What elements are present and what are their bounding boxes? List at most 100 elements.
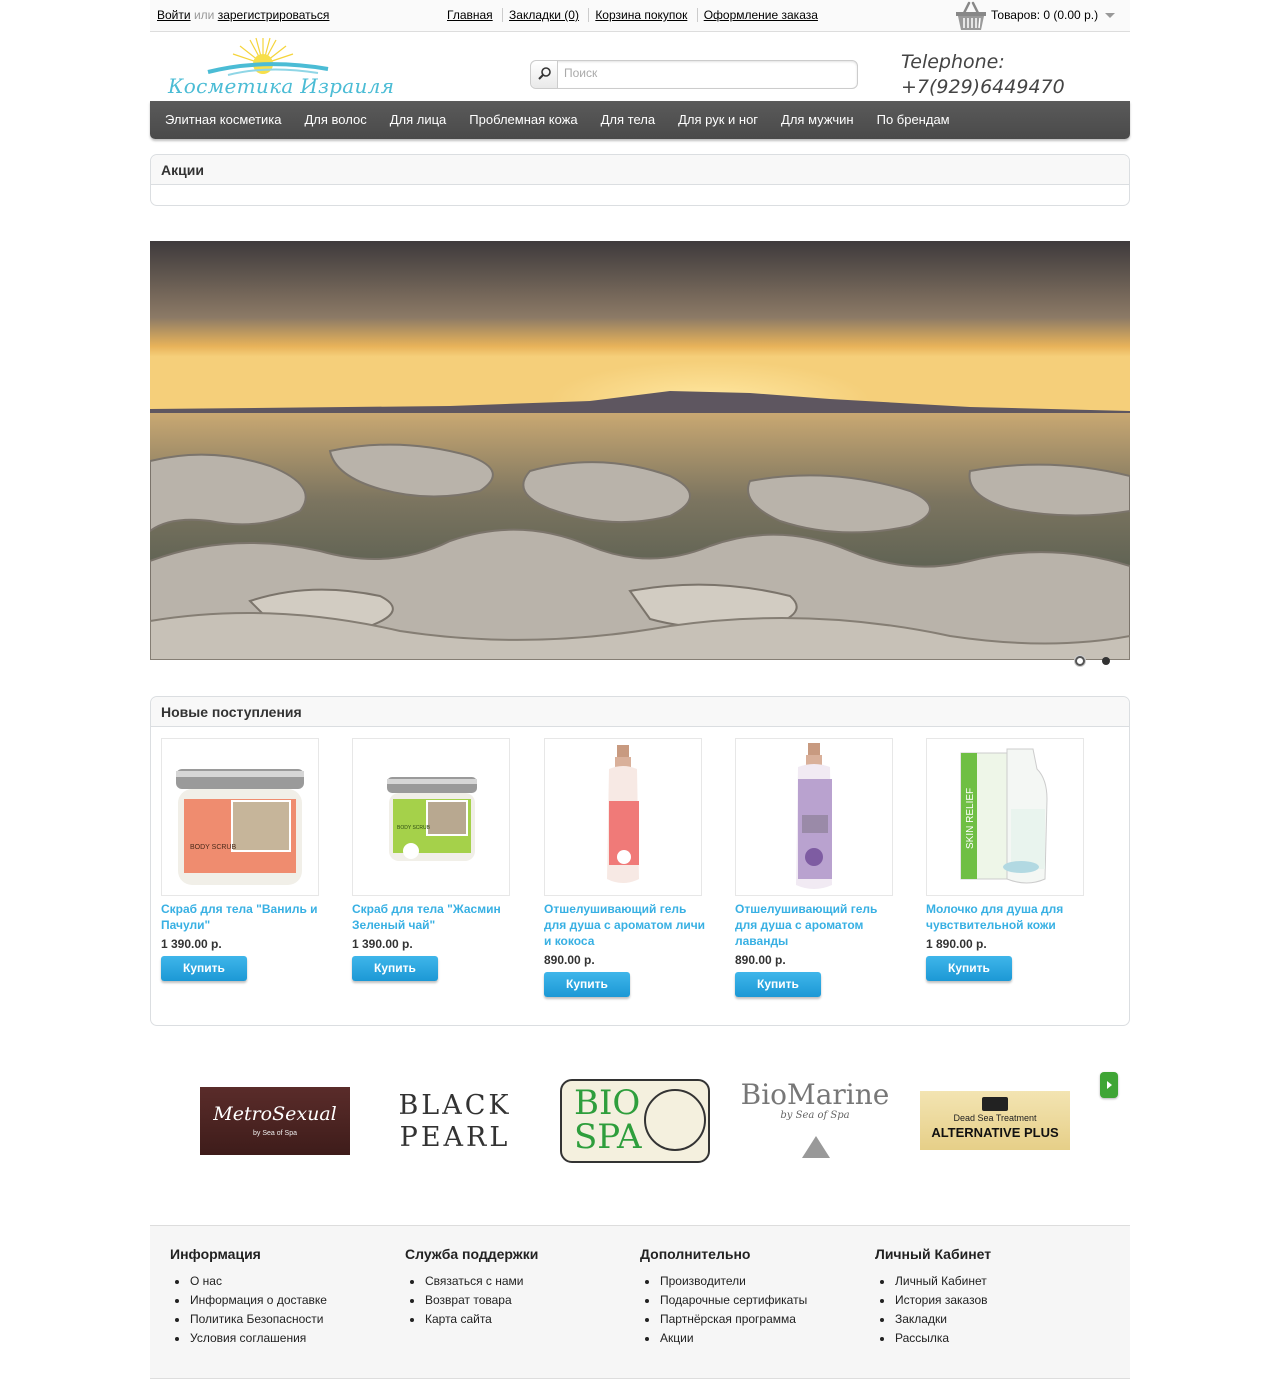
wishlist-link[interactable]: Закладки (0) (502, 8, 585, 22)
footer-column-account: Личный Кабинет Личный Кабинет История за… (875, 1246, 1095, 1348)
footer-link[interactable]: Акции (640, 1329, 860, 1348)
buy-button[interactable]: Купить (544, 972, 630, 997)
menu-item-face[interactable]: Для лица (379, 101, 459, 139)
footer-column-title: Информация (170, 1246, 261, 1262)
menu-item-elite[interactable]: Элитная косметика (154, 101, 294, 139)
product-name[interactable]: Отшелушивающий гель для душа с ароматом … (544, 901, 709, 949)
sea-spa-icon (982, 1097, 1008, 1111)
footer-column-info: Информация О нас Информация о доставке П… (170, 1246, 390, 1348)
product-card: BODY SCRUB Скраб для тела "Жасмин Зелены… (352, 738, 517, 981)
menu-item-brands[interactable]: По брендам (866, 101, 962, 139)
menu-item-problem-skin[interactable]: Проблемная кожа (458, 101, 589, 139)
home-link[interactable]: Главная (447, 8, 499, 22)
register-link[interactable]: зарегистрироваться (218, 8, 330, 22)
buy-button[interactable]: Купить (352, 956, 438, 981)
product-name[interactable]: Отшелушивающий гель для душа с ароматом … (735, 901, 900, 949)
product-image[interactable] (735, 738, 893, 896)
or-text: или (193, 8, 215, 22)
search-icon (538, 67, 551, 80)
main-menu: Элитная косметика Для волос Для лица Про… (150, 101, 1130, 139)
svg-text:BODY SCRUB: BODY SCRUB (397, 825, 431, 831)
footer-link[interactable]: Партнёрская программа (640, 1310, 860, 1329)
brand-line1: Dead Sea Treatment (953, 1113, 1037, 1123)
brand-line1: MetroSexual (213, 1103, 337, 1125)
logo-text: Косметика Израиля (168, 74, 395, 98)
footer-link[interactable]: Подарочные сертификаты (640, 1291, 860, 1310)
sun-logo-icon (207, 37, 329, 76)
brand-logo-biomarine[interactable]: BioMarine by Sea of Spa (740, 1078, 890, 1168)
brand-logo-bio-spa[interactable]: BIO SPA (560, 1079, 710, 1163)
product-image[interactable] (544, 738, 702, 896)
brand-line1: BIO (574, 1083, 641, 1123)
menu-item-label: Для тела (600, 112, 656, 127)
search-button[interactable] (531, 61, 558, 88)
menu-item-label: Для мужчин (781, 112, 854, 127)
slide-dot-1[interactable] (1075, 656, 1085, 666)
search-input[interactable] (564, 66, 844, 80)
footer-link[interactable]: Информация о доставке (170, 1291, 390, 1310)
brand-logo-black-pearl[interactable]: BLACK PEARL (380, 1070, 530, 1176)
brand-logo-metrosexual[interactable]: MetroSexual by Sea of Spa (200, 1087, 350, 1155)
cart-link[interactable]: Корзина покупок (588, 8, 694, 22)
brand-carousel: MetroSexual by Sea of Spa BLACK PEARL BI… (150, 1064, 1130, 1184)
product-name[interactable]: Скраб для тела "Ваниль и Пачули" (161, 901, 326, 933)
slideshow[interactable] (150, 241, 1130, 660)
product-price: 1 890.00 р. (926, 937, 987, 951)
svg-text:BODY SCRUB: BODY SCRUB (190, 844, 236, 851)
basket-icon (956, 1, 986, 30)
menu-item-label: Проблемная кожа (469, 112, 578, 127)
product-name[interactable]: Молочко для душа для чувствительной кожи (926, 901, 1091, 933)
product-name[interactable]: Скраб для тела "Жасмин Зеленый чай" (352, 901, 517, 933)
footer-column-extras: Дополнительно Производители Подарочные с… (640, 1246, 860, 1348)
product-price: 1 390.00 р. (161, 937, 222, 951)
product-image[interactable]: BODY SCRUB (352, 738, 510, 896)
brand-line2: by Sea of Spa (780, 1110, 850, 1121)
product-price: 890.00 р. (544, 953, 595, 967)
footer-link[interactable]: Закладки (875, 1310, 1095, 1329)
login-link[interactable]: Войти (157, 8, 191, 22)
phone-number: +7(929)6449470 (901, 76, 1065, 98)
brand-line2: SPA (574, 1117, 642, 1157)
account-links: Войти или зарегистрироваться (157, 8, 329, 22)
slide-image (150, 241, 1130, 660)
product-image[interactable]: BODY SCRUB (161, 738, 319, 896)
brand-line2: PEARL (399, 1122, 511, 1153)
menu-item-hands-feet[interactable]: Для рук и ног (667, 101, 770, 139)
footer-link[interactable]: Карта сайта (405, 1310, 625, 1329)
brand-line2: ALTERNATIVE PLUS (931, 1125, 1059, 1140)
product-card: Отшелушивающий гель для душа с ароматом … (544, 738, 709, 997)
menu-item-label: Элитная косметика (165, 112, 282, 127)
complex-seal-icon (644, 1089, 706, 1151)
buy-button[interactable]: Купить (161, 956, 247, 981)
menu-item-label: Для волос (304, 112, 367, 127)
footer-link[interactable]: О нас (170, 1272, 390, 1291)
product-price: 1 390.00 р. (352, 937, 413, 951)
footer-link[interactable]: Условия соглашения (170, 1329, 390, 1348)
footer-link[interactable]: Связаться с нами (405, 1272, 625, 1291)
promo-heading: Акции (151, 155, 1129, 185)
footer-link[interactable]: История заказов (875, 1291, 1095, 1310)
footer-link[interactable]: Производители (640, 1272, 860, 1291)
footer-link[interactable]: Возврат товара (405, 1291, 625, 1310)
slide-dot-2[interactable] (1102, 657, 1110, 665)
brand-logo-alternative-plus[interactable]: Dead Sea Treatment ALTERNATIVE PLUS (920, 1091, 1070, 1150)
promo-box: Акции (150, 154, 1130, 206)
footer-column-title: Дополнительно (640, 1246, 751, 1262)
site-logo[interactable]: Косметика Израиля (168, 36, 394, 100)
phone-label: Telephone: (901, 51, 1005, 73)
top-links: Главная Закладки (0) Корзина покупок Офо… (447, 8, 824, 22)
menu-item-hair[interactable]: Для волос (294, 101, 379, 139)
footer-link[interactable]: Личный Кабинет (875, 1272, 1095, 1291)
footer-link[interactable]: Политика Безопасности (170, 1310, 390, 1329)
menu-item-men[interactable]: Для мужчин (770, 101, 866, 139)
checkout-link[interactable]: Оформление заказа (696, 8, 824, 22)
buy-button[interactable]: Купить (735, 972, 821, 997)
product-image[interactable]: SKIN RELIEF (926, 738, 1084, 896)
svg-text:SKIN RELIEF: SKIN RELIEF (965, 788, 976, 849)
cart-dropdown[interactable]: Товаров: 0 (0.00 р.) (955, 0, 1130, 32)
buy-button[interactable]: Купить (926, 956, 1012, 981)
menu-item-body[interactable]: Для тела (590, 101, 667, 139)
footer-link[interactable]: Рассылка (875, 1329, 1095, 1348)
carousel-next-button[interactable] (1100, 1072, 1118, 1098)
footer: Информация О нас Информация о доставке П… (150, 1225, 1130, 1379)
